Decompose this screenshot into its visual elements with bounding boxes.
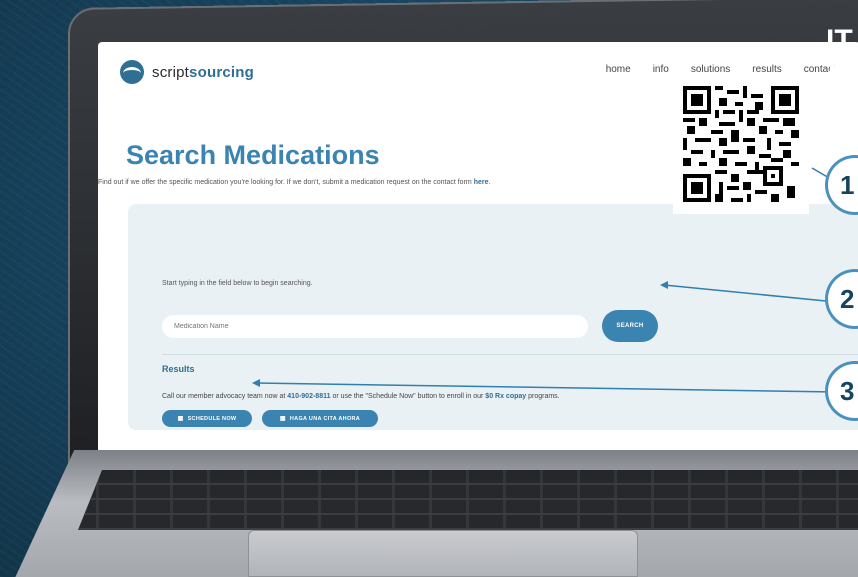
pointer-arrow-2 (660, 281, 668, 289)
pointer-arrow-3 (252, 379, 260, 387)
pointer-line-3 (255, 382, 837, 393)
step-pointer-lines (252, 167, 837, 393)
overlay-title-line1: IT (826, 24, 853, 57)
pointer-line-2 (663, 284, 837, 303)
overlay-title-line2: M (826, 60, 851, 93)
